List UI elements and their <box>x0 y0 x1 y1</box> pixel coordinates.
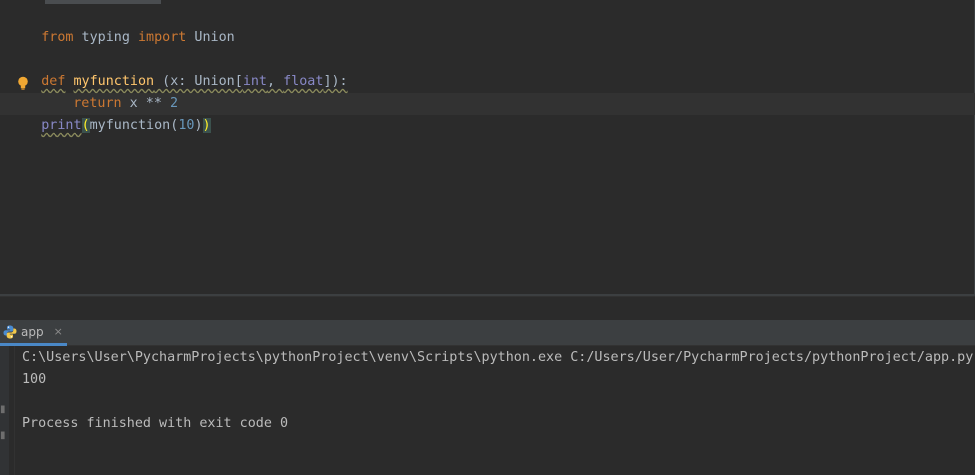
lightbulb-icon[interactable] <box>17 76 29 90</box>
call-argument: 10 <box>178 118 195 133</box>
code-editor[interactable]: from typing import Union def myfunction … <box>0 0 975 296</box>
keyword-from: from <box>41 30 74 45</box>
matched-close-paren: ) <box>202 118 211 133</box>
python-icon <box>3 325 17 338</box>
type-int: int <box>242 74 267 89</box>
run-tab-label: app <box>21 324 44 339</box>
console-toolbar-icon[interactable]: ▮ <box>0 404 6 416</box>
console-command-line: C:\Users\User\PycharmProjects\pythonProj… <box>22 350 974 365</box>
matched-open-paren: ( <box>81 118 90 133</box>
code-line-3[interactable]: def myfunction (x: Union[int, float]): <box>9 49 347 89</box>
tool-window-splitter[interactable] <box>0 296 975 320</box>
console-exit-message: Process finished with exit code 0 <box>22 416 289 431</box>
inner-close-paren: ) <box>194 118 203 133</box>
code-line-5[interactable]: print(myfunction(10)) <box>9 93 211 133</box>
run-console[interactable]: ▮ ▮ C:\Users\User\PycharmProjects\python… <box>0 346 975 475</box>
type-float: float <box>283 74 324 89</box>
builtin-print: print <box>41 118 82 133</box>
console-output: 100 <box>22 372 47 387</box>
comma: , <box>267 74 284 89</box>
keyword-import: import <box>138 30 187 45</box>
close-icon[interactable]: × <box>54 325 63 338</box>
imported-name: Union <box>186 30 235 45</box>
run-tool-window-header: app × <box>0 320 975 346</box>
console-toolbar-icon[interactable]: ▮ <box>0 430 6 442</box>
console-divider <box>14 346 15 475</box>
code-line-1[interactable]: from typing import Union <box>9 5 235 45</box>
function-call: myfunction( <box>89 118 179 133</box>
run-tab-app[interactable]: app × <box>0 320 67 346</box>
code-line-4[interactable]: return x ** 2 <box>41 71 178 111</box>
module-name: typing <box>73 30 138 45</box>
signature-end: ]): <box>323 74 348 89</box>
editor-tab-indicator <box>45 0 161 4</box>
